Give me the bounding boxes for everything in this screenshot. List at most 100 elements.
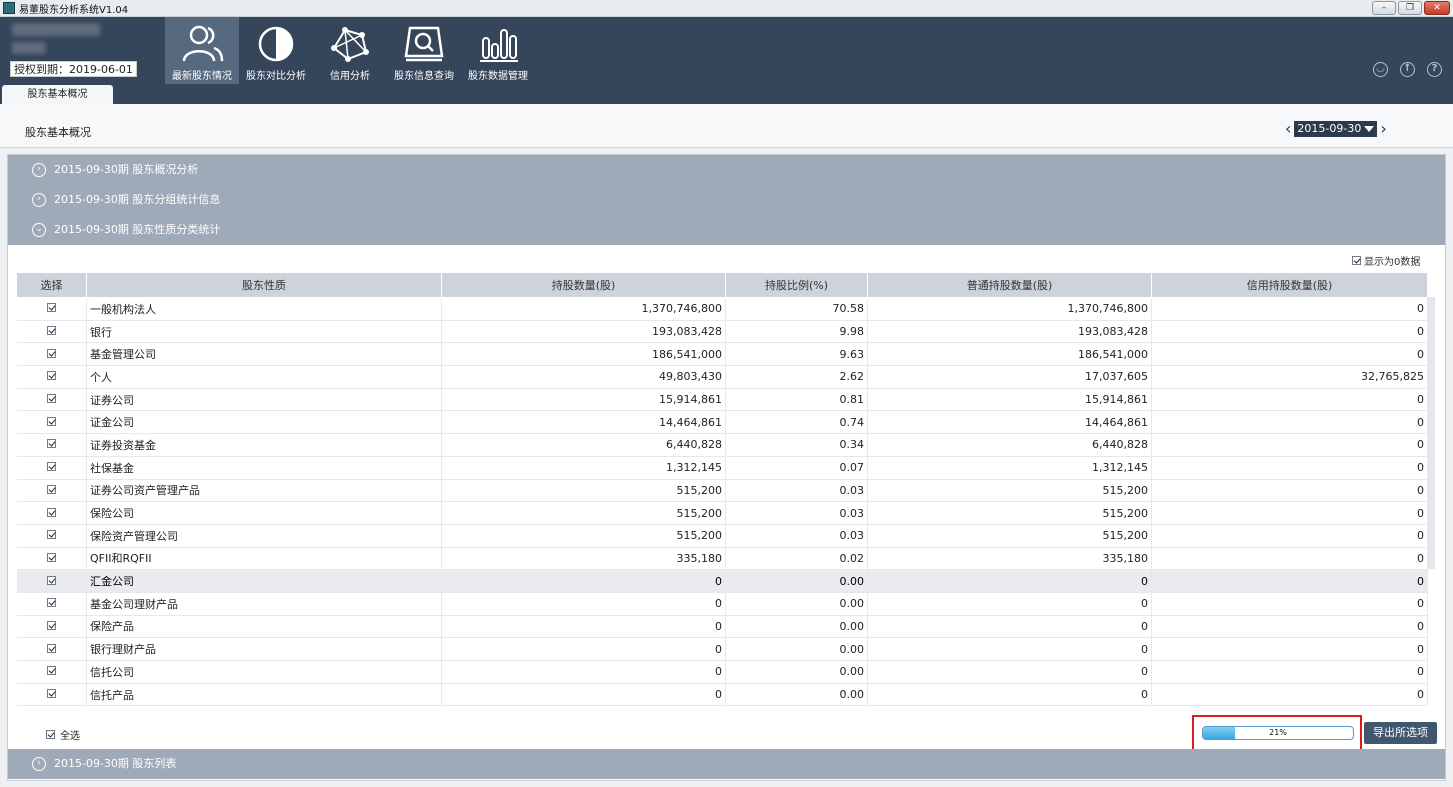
section-overview-analysis[interactable]: › 2015-09-30期 股东概况分析 (8, 155, 1445, 185)
table-row[interactable]: 社保基金 1,312,145 0.07 1,312,145 0 (16, 456, 1428, 480)
nav-shareholder-data[interactable]: 股东数据管理 (461, 17, 535, 84)
table-row[interactable]: 信托产品 0 0.00 0 0 (16, 683, 1428, 707)
row-checkbox[interactable] (46, 462, 56, 472)
nav-credit-analysis[interactable]: 信用分析 (313, 17, 387, 84)
table-row[interactable]: 基金公司理财产品 0 0.00 0 0 (16, 592, 1428, 616)
shareholder-nature-table: 选择 股东性质 持股数量(股) 持股比例(%) 普通持股数量(股) 信用持股数量… (16, 272, 1428, 707)
value-cell: 0.07 (725, 456, 868, 480)
chevron-left-icon[interactable]: ‹ (1285, 121, 1291, 137)
table-row[interactable]: 基金管理公司 186,541,000 9.63 186,541,000 0 (16, 342, 1428, 367)
value-cell: 0 (1151, 569, 1428, 593)
section-nature-classification[interactable]: ⌄ 2015-09-30期 股东性质分类统计 (8, 215, 1445, 245)
table-row[interactable]: 证券公司资产管理产品 515,200 0.03 515,200 0 (16, 479, 1428, 503)
value-cell: 0.00 (725, 569, 868, 593)
users-icon (182, 25, 224, 62)
select-all-toggle[interactable]: 全选 (46, 727, 80, 742)
nav-latest-shareholders[interactable]: 最新股东情况 (165, 17, 239, 84)
table-row[interactable]: 个人 49,803,430 2.62 17,037,605 32,765,825 (16, 365, 1428, 389)
table-scrollbar[interactable] (1427, 297, 1435, 569)
nav-label: 股东数据管理 (468, 71, 528, 82)
table-row[interactable]: QFII和RQFII 335,180 0.02 335,180 0 (16, 547, 1428, 571)
row-checkbox[interactable] (46, 530, 56, 540)
value-cell: 0 (1151, 683, 1428, 707)
column-header[interactable]: 持股比例(%) (725, 272, 868, 298)
table-row[interactable]: 汇金公司 0 0.00 0 0 (16, 569, 1428, 593)
column-header[interactable]: 普通持股数量(股) (867, 272, 1152, 298)
value-cell: 0 (867, 683, 1152, 707)
help-icon[interactable]: ? (1427, 62, 1442, 77)
page-title: 股东基本概况 (25, 126, 91, 139)
row-checkbox[interactable] (46, 348, 56, 358)
tab-basic-overview[interactable]: 股东基本概况 (2, 85, 113, 104)
row-checkbox[interactable] (46, 303, 56, 313)
table-row[interactable]: 保险产品 0 0.00 0 0 (16, 615, 1428, 639)
value-cell: 193,083,428 (867, 320, 1152, 344)
row-checkbox[interactable] (46, 326, 56, 336)
column-header[interactable]: 信用持股数量(股) (1151, 272, 1428, 298)
table-row[interactable]: 证券公司 15,914,861 0.81 15,914,861 0 (16, 388, 1428, 412)
restore-button[interactable]: ❐ (1398, 1, 1422, 15)
value-cell: 0.03 (725, 501, 868, 525)
close-button[interactable]: ✕ (1424, 1, 1450, 15)
row-checkbox[interactable] (46, 598, 56, 608)
row-checkbox[interactable] (46, 575, 56, 585)
value-cell: 15,914,861 (441, 388, 726, 412)
value-cell: 335,180 (441, 547, 726, 571)
table-row[interactable]: 保险资产管理公司 515,200 0.03 515,200 0 (16, 524, 1428, 548)
table-row[interactable]: 保险公司 515,200 0.03 515,200 0 (16, 501, 1428, 525)
value-cell: 9.98 (725, 320, 868, 344)
checkbox[interactable] (1352, 256, 1361, 265)
table-row[interactable]: 银行 193,083,428 9.98 193,083,428 0 (16, 320, 1428, 344)
row-checkbox[interactable] (46, 552, 56, 562)
row-checkbox[interactable] (46, 371, 56, 381)
section-shareholder-list[interactable]: › 2015-09-30期 股东列表 (8, 749, 1445, 779)
value-cell: 2.62 (725, 365, 868, 389)
nav-shareholder-compare[interactable]: 股东对比分析 (239, 17, 313, 84)
value-cell: 0 (867, 592, 1152, 616)
network-icon (331, 27, 369, 62)
nature-cell: 基金管理公司 (86, 342, 442, 367)
row-checkbox[interactable] (46, 507, 56, 517)
table-row[interactable]: 一般机构法人 1,370,746,800 70.58 1,370,746,800 0 (16, 297, 1428, 321)
chevron-right-icon[interactable]: › (1380, 121, 1386, 137)
value-cell: 0.74 (725, 410, 868, 435)
value-cell: 515,200 (867, 479, 1152, 503)
show-zero-label: 显示为0数据 (1364, 257, 1421, 268)
table-row[interactable]: 证券投资基金 6,440,828 0.34 6,440,828 0 (16, 433, 1428, 457)
table-row[interactable]: 信托公司 0 0.00 0 0 (16, 660, 1428, 684)
row-checkbox[interactable] (46, 666, 56, 676)
table-row[interactable]: 证金公司 14,464,861 0.74 14,464,861 0 (16, 410, 1428, 435)
row-checkbox[interactable] (46, 620, 56, 630)
column-header[interactable]: 持股数量(股) (441, 272, 726, 298)
value-cell: 0 (867, 569, 1152, 593)
column-header[interactable]: 股东性质 (86, 272, 442, 298)
chevron-right-icon: › (32, 163, 46, 177)
row-checkbox[interactable] (46, 484, 56, 494)
value-cell: 0 (867, 660, 1152, 684)
show-zero-toggle[interactable]: 显示为0数据 (1352, 253, 1420, 268)
nature-cell: 证券公司资产管理产品 (86, 479, 442, 503)
column-header: 选择 (16, 272, 87, 298)
date-select[interactable]: 2015-09-30 (1294, 121, 1378, 137)
row-checkbox[interactable] (46, 416, 56, 426)
nav-label: 股东对比分析 (246, 71, 306, 82)
minimize-button[interactable]: – (1372, 1, 1396, 15)
section-group-statistics[interactable]: › 2015-09-30期 股东分组统计信息 (8, 185, 1445, 215)
value-cell: 1,312,145 (441, 456, 726, 480)
nav-shareholder-query[interactable]: 股东信息查询 (387, 17, 461, 84)
row-checkbox[interactable] (46, 643, 56, 653)
nature-cell: 保险资产管理公司 (86, 524, 442, 548)
upload-icon[interactable]: ↑ (1400, 62, 1415, 77)
section-label: 2015-09-30期 股东分组统计信息 (54, 193, 221, 206)
row-select-cell (16, 388, 87, 412)
table-row[interactable]: 银行理财产品 0 0.00 0 0 (16, 637, 1428, 661)
export-selected-button[interactable]: 导出所选项 (1364, 722, 1437, 744)
row-checkbox[interactable] (46, 439, 56, 449)
row-checkbox[interactable] (46, 394, 56, 404)
user-icon[interactable]: ◡ (1373, 62, 1388, 77)
window-title: 易董股东分析系统V1.04 (19, 5, 129, 16)
value-cell: 9.63 (725, 342, 868, 367)
row-checkbox[interactable] (46, 689, 56, 699)
checkbox[interactable] (46, 730, 55, 739)
value-cell: 15,914,861 (867, 388, 1152, 412)
